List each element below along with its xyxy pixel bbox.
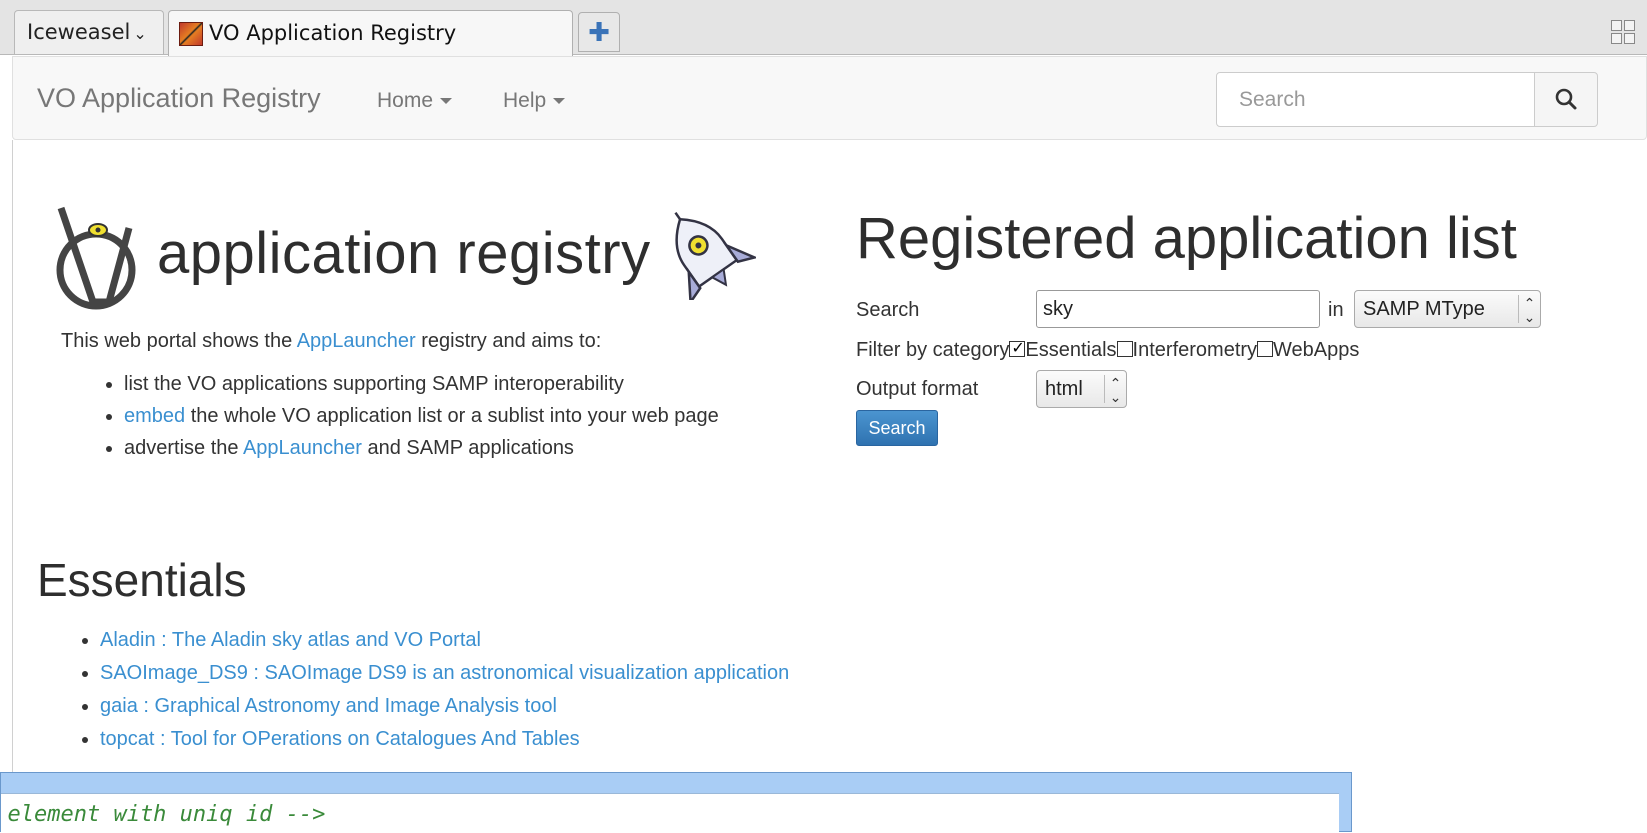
- applauncher-link[interactable]: AppLauncher: [243, 437, 362, 459]
- search-field-value: SAMP MType: [1363, 298, 1485, 320]
- category-label-webapps: WebApps: [1273, 339, 1360, 361]
- navbar-brand[interactable]: VO Application Registry: [37, 83, 321, 114]
- applauncher-link[interactable]: AppLauncher: [297, 330, 416, 352]
- vo-logo-icon: [56, 206, 136, 310]
- browser-menu-button[interactable]: Iceweasel ⌄: [14, 10, 164, 54]
- essentials-heading: Essentials: [37, 554, 247, 606]
- embed-link[interactable]: embed: [124, 405, 185, 427]
- intro-text: This web portal shows the AppLauncher re…: [61, 330, 601, 353]
- search-field-select[interactable]: SAMP MType ⌃ ⌄: [1354, 290, 1541, 328]
- plus-icon: ✚: [588, 17, 610, 47]
- in-label: in: [1328, 299, 1344, 321]
- list-item: Aladin : The Aladin sky atlas and VO Por…: [100, 624, 789, 657]
- checkbox-interferometry[interactable]: [1116, 341, 1133, 357]
- bullet-text: list the VO applications supporting SAMP…: [124, 373, 624, 395]
- browser-tab[interactable]: VO Application Registry: [168, 10, 573, 56]
- new-tab-button[interactable]: ✚: [578, 12, 620, 52]
- filter-label: Filter by category: [856, 339, 1010, 361]
- search-submit-button[interactable]: Search: [856, 410, 938, 446]
- app-link-topcat[interactable]: topcat : Tool for OPerations on Catalogu…: [100, 728, 580, 750]
- list-item: embed the whole VO application list or a…: [124, 400, 762, 432]
- search-input[interactable]: [1036, 290, 1320, 328]
- output-format-label: Output format: [856, 378, 979, 400]
- nav-help-dropdown[interactable]: Help: [503, 89, 566, 113]
- app-link-ds9[interactable]: SAOImage_DS9 : SAOImage DS9 is an astron…: [100, 662, 789, 684]
- bullet-text: and SAMP applications: [361, 437, 574, 459]
- page-border: [12, 140, 13, 772]
- browser-tabbar: Iceweasel ⌄ VO Application Registry ✚: [0, 0, 1647, 56]
- intro-suffix: registry and aims to:: [415, 330, 602, 352]
- category-label-interferometry: Interferometry: [1132, 339, 1258, 361]
- code-comment: l element with uniq id -->: [1, 802, 326, 827]
- list-item: gaia : Graphical Astronomy and Image Ana…: [100, 690, 789, 723]
- checkbox-essentials[interactable]: [1009, 338, 1026, 358]
- registered-list-title: Registered application list: [856, 206, 1517, 271]
- navbar-search-input[interactable]: [1216, 72, 1535, 127]
- nav-home-dropdown[interactable]: Home: [377, 89, 453, 113]
- chevron-down-icon: ⌄: [133, 24, 147, 43]
- browser-tab-title: VO Application Registry: [209, 21, 457, 45]
- nav-home-label: Home: [377, 89, 434, 112]
- caret-down-icon: [440, 98, 453, 105]
- search-icon: [1555, 88, 1577, 110]
- tab-groups-icon[interactable]: [1611, 20, 1637, 46]
- list-item: advertise the AppLauncher and SAMP appli…: [124, 432, 762, 464]
- navbar-search-button[interactable]: [1534, 72, 1598, 127]
- essentials-list: Aladin : The Aladin sky atlas and VO Por…: [38, 624, 789, 756]
- search-label: Search: [856, 299, 920, 321]
- bullet-prefix: advertise the: [124, 437, 243, 459]
- logo-title: application registry: [157, 221, 651, 286]
- list-item: topcat : Tool for OPerations on Catalogu…: [100, 723, 789, 756]
- intro-prefix: This web portal shows the: [61, 330, 297, 352]
- output-format-select[interactable]: html ⌃ ⌄: [1036, 370, 1127, 408]
- list-item: list the VO applications supporting SAMP…: [124, 368, 762, 400]
- source-view-panel: l element with uniq id -->: [0, 772, 1352, 833]
- select-arrows-icon: ⌃ ⌄: [1104, 375, 1126, 404]
- intro-bullets: list the VO applications supporting SAMP…: [62, 368, 762, 464]
- nav-help-label: Help: [503, 89, 547, 112]
- output-format-value: html: [1045, 378, 1083, 400]
- checkbox-webapps[interactable]: [1257, 341, 1274, 357]
- app-link-aladin[interactable]: Aladin : The Aladin sky atlas and VO Por…: [100, 629, 481, 651]
- category-filter: Filter by category Essentials Interferomet…: [856, 338, 1360, 362]
- source-code-area[interactable]: l element with uniq id -->: [1, 793, 1339, 833]
- bullet-text: the whole VO application list or a subli…: [185, 405, 719, 427]
- caret-down-icon: [553, 98, 566, 105]
- app-link-gaia[interactable]: gaia : Graphical Astronomy and Image Ana…: [100, 695, 557, 717]
- rocket-icon: [674, 211, 756, 300]
- favicon-icon: [179, 22, 203, 46]
- browser-menu-label: Iceweasel: [27, 20, 131, 44]
- list-item: SAOImage_DS9 : SAOImage DS9 is an astron…: [100, 657, 789, 690]
- registry-logo: application registry: [55, 200, 756, 320]
- select-arrows-icon: ⌃ ⌄: [1518, 295, 1540, 324]
- navbar: VO Application Registry Home Help: [12, 56, 1647, 140]
- category-label-essentials: Essentials: [1025, 339, 1117, 361]
